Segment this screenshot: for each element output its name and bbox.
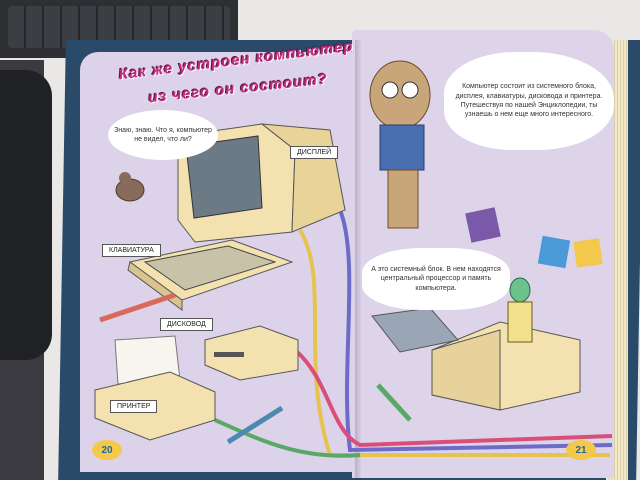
page-number-right: 21 [566, 440, 596, 460]
robot-drawing [507, 277, 533, 343]
page-number-left: 20 [92, 440, 122, 460]
label-display: ДИСПЛЕЙ [290, 146, 339, 159]
label-keyboard: КЛАВИАТУРА [102, 244, 161, 257]
robot-speech-bubble: А это системный блок. В нем находятся це… [362, 248, 510, 310]
label-printer: ПРИНТЕР [110, 400, 158, 413]
pencil-green [376, 383, 412, 422]
cat-drawing [369, 60, 431, 229]
cat-speech-bubble: Компьютер состоит из системного блока, д… [444, 52, 614, 150]
pencil-red [99, 292, 176, 323]
cable-blue [338, 209, 613, 453]
bird-speech-bubble: Знаю, знаю. Что я, компьютер не видел, ч… [108, 110, 218, 160]
bird-drawing [115, 172, 145, 202]
printer-drawing [94, 335, 216, 441]
label-drive: ДИСКОВОД [160, 318, 213, 331]
disk-drive-drawing [204, 325, 299, 381]
